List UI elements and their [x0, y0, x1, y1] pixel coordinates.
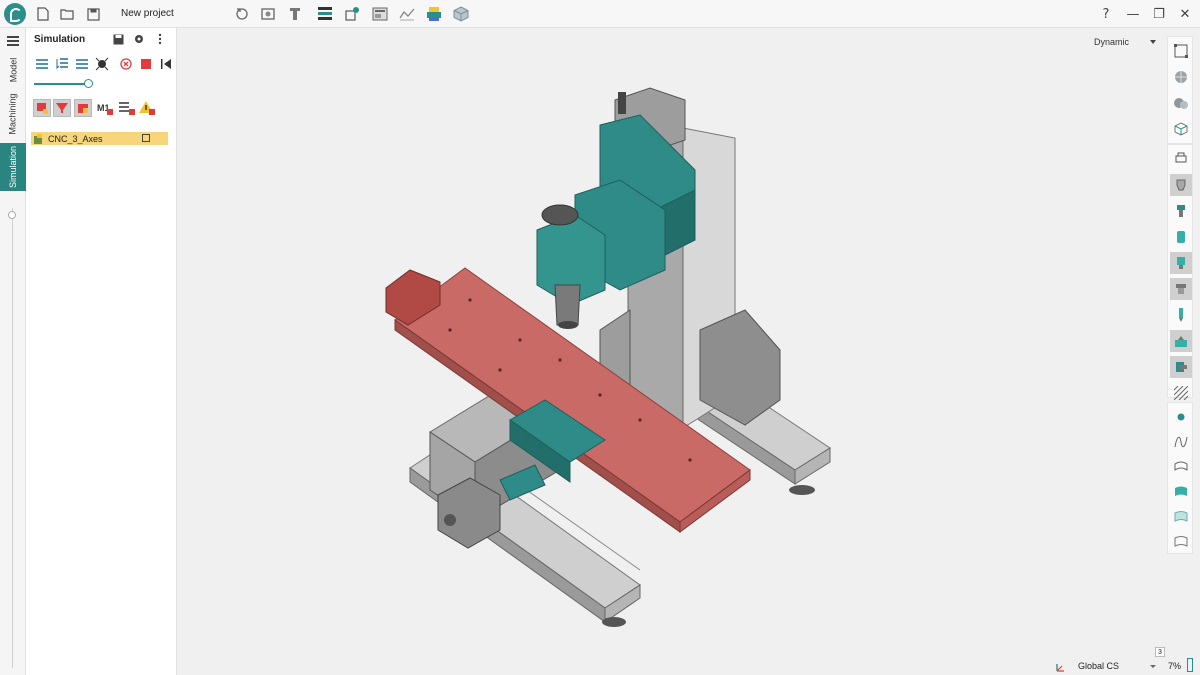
coordinate-system-select[interactable]: Global CS — [1078, 661, 1119, 671]
menu-icon[interactable] — [7, 36, 19, 46]
tab-machining[interactable]: Machining — [0, 90, 26, 138]
panel-title: Simulation — [34, 34, 86, 45]
simulation-panel: Simulation M1 CNC_3_Axes — [26, 28, 177, 675]
restore-button[interactable]: ❐ — [1150, 5, 1168, 23]
speed-slider-track[interactable] — [34, 83, 90, 85]
spindle-part-icon[interactable] — [1170, 252, 1192, 274]
tab-model[interactable]: Model — [0, 52, 26, 88]
printer-icon[interactable] — [425, 5, 443, 23]
show-stock-icon[interactable] — [74, 99, 92, 117]
top-toolbar: New project ? — ❐ ✕ — [0, 0, 1200, 28]
project-title: New project — [121, 8, 174, 19]
stock-icon[interactable] — [371, 5, 389, 23]
bounding-box-icon[interactable] — [1170, 40, 1192, 62]
open-folder-icon[interactable] — [58, 5, 76, 23]
stop-icon[interactable] — [138, 56, 154, 72]
cube-view-icon[interactable] — [452, 5, 470, 23]
more-options-icon[interactable] — [152, 31, 168, 47]
machine-parts-group — [1167, 144, 1193, 400]
visibility-icon[interactable] — [142, 134, 150, 142]
app-logo — [4, 3, 26, 25]
view-group — [1167, 36, 1193, 144]
shading-icon[interactable] — [1170, 92, 1192, 114]
tab-machining-label: Machining — [8, 93, 18, 135]
fixture-part-icon[interactable] — [1170, 278, 1192, 300]
show-holder-icon[interactable] — [53, 99, 71, 117]
sphere-icon[interactable] — [1170, 66, 1192, 88]
m-code-icon[interactable]: M1 — [96, 99, 114, 117]
table-part-icon[interactable] — [1170, 356, 1192, 378]
help-button[interactable]: ? — [1097, 5, 1115, 23]
cnc-machine-model[interactable] — [177, 28, 1167, 675]
zoom-slider[interactable] — [1187, 658, 1193, 672]
tab-simulation[interactable]: Simulation — [0, 143, 26, 191]
machine-icon — [34, 133, 42, 144]
list-view-icon[interactable] — [34, 56, 50, 72]
operations-icon[interactable] — [74, 56, 90, 72]
zoom-fit-icon[interactable] — [259, 5, 277, 23]
stock-part-icon[interactable] — [1170, 226, 1192, 248]
tree-item-label: CNC_3_Axes — [48, 133, 103, 144]
vertical-slider-knob[interactable] — [8, 211, 16, 219]
chevron-down-icon[interactable] — [1150, 665, 1156, 668]
flag-teal-icon[interactable] — [1170, 481, 1192, 503]
curve-icon[interactable] — [1170, 431, 1192, 453]
vertical-slider-track[interactable] — [12, 208, 13, 668]
holder-part-icon[interactable] — [1170, 174, 1192, 196]
tool-library-icon[interactable] — [286, 5, 304, 23]
view-cube-icon[interactable] — [1170, 118, 1192, 140]
toolpath-icon[interactable] — [398, 5, 416, 23]
speed-slider-knob[interactable] — [84, 79, 93, 88]
surface-icon[interactable] — [1170, 456, 1192, 478]
tab-model-label: Model — [7, 57, 18, 83]
hatch-icon[interactable] — [1170, 382, 1192, 404]
drill-part-icon[interactable] — [1170, 304, 1192, 326]
gcode-icon[interactable] — [316, 5, 334, 23]
new-file-icon[interactable] — [34, 5, 52, 23]
3d-viewport[interactable]: Dynamic — [177, 28, 1167, 675]
tool-part-icon[interactable] — [1170, 200, 1192, 222]
close-button[interactable]: ✕ — [1176, 5, 1194, 23]
machine-setup-icon[interactable] — [343, 5, 361, 23]
tree-item-machine[interactable]: CNC_3_Axes — [31, 132, 168, 145]
tab-simulation-label: Simulation — [8, 145, 18, 189]
axes-icon — [1056, 664, 1064, 672]
printer-part-icon[interactable] — [1170, 148, 1192, 170]
save-simulation-icon[interactable] — [110, 31, 126, 47]
cancel-icon[interactable] — [118, 56, 134, 72]
rewind-icon[interactable] — [158, 56, 174, 72]
step-list-icon[interactable] — [54, 56, 70, 72]
status-badge: 3 — [1155, 647, 1165, 657]
right-toolbar — [1167, 28, 1200, 675]
flag-outline-icon[interactable] — [1170, 531, 1192, 553]
error-list-icon[interactable] — [118, 99, 136, 117]
toolpath-group — [1167, 402, 1193, 554]
gear-icon[interactable] — [131, 31, 147, 47]
workpiece-part-icon[interactable] — [1170, 330, 1192, 352]
warning-icon[interactable] — [138, 99, 156, 117]
flag-light-icon[interactable] — [1170, 506, 1192, 528]
collision-icon[interactable] — [94, 56, 110, 72]
vertical-tab-bar: Model Machining Simulation — [0, 28, 26, 675]
minimize-button[interactable]: — — [1124, 5, 1142, 23]
save-icon[interactable] — [84, 5, 102, 23]
show-tool-icon[interactable] — [33, 99, 51, 117]
rotate-view-icon[interactable] — [233, 5, 251, 23]
zoom-level: 7% — [1168, 661, 1182, 671]
point-icon[interactable] — [1170, 406, 1192, 428]
